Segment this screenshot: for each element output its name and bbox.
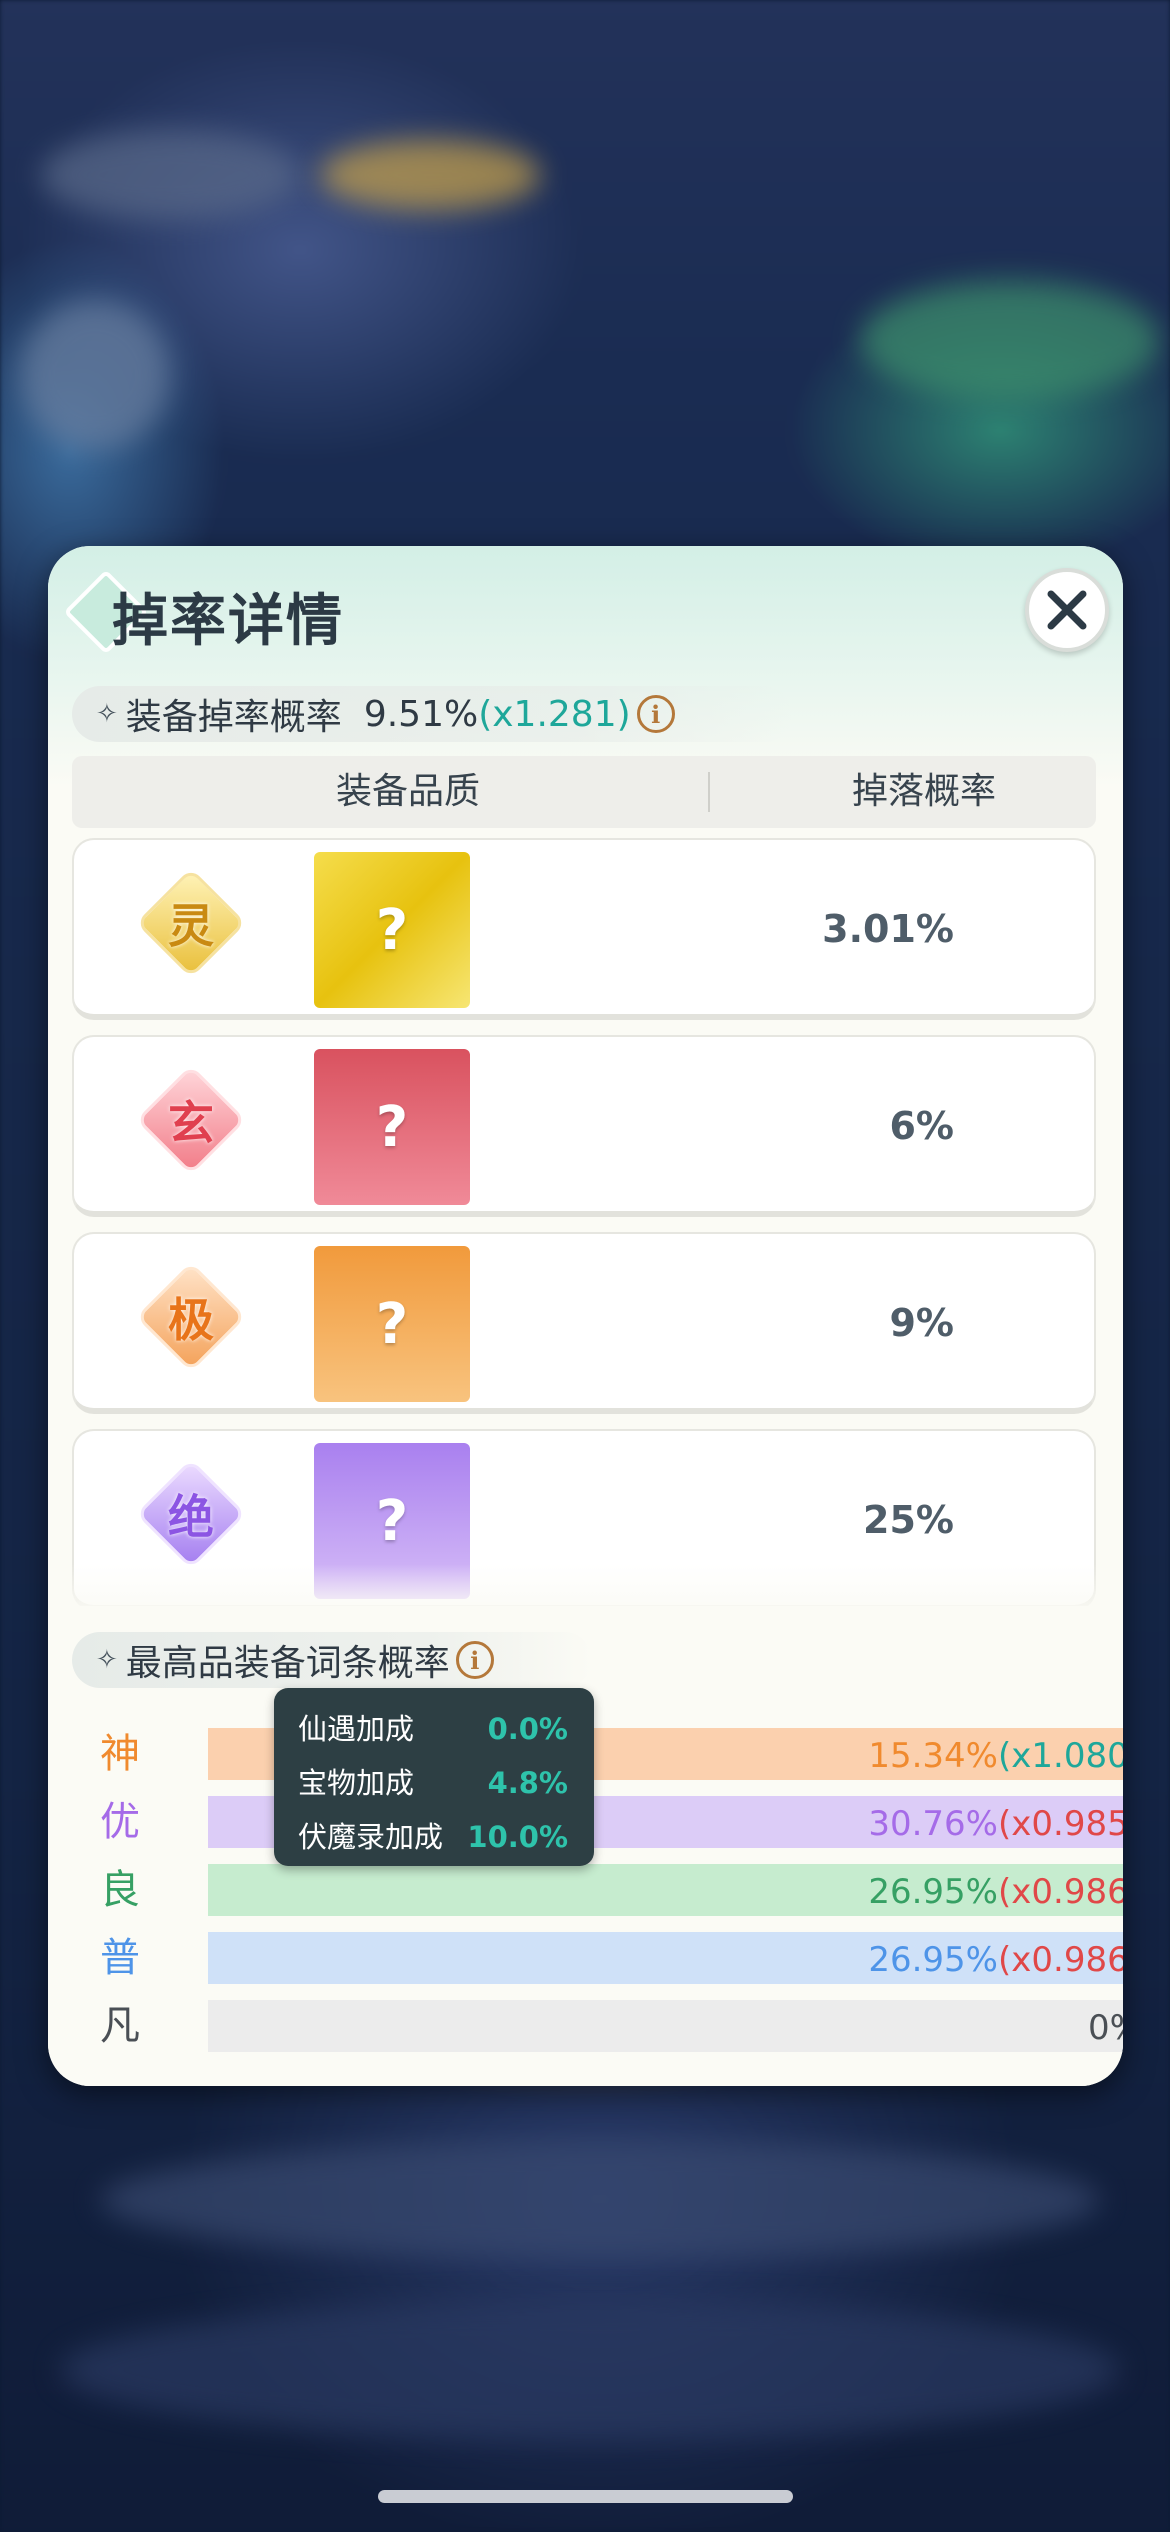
close-button[interactable] xyxy=(1025,568,1109,652)
bonus-tooltip: 仙遇加成 0.0% 宝物加成 4.8% 伏魔录加成 10.0% xyxy=(274,1688,594,1866)
sparkle-icon: ✧ xyxy=(96,1645,118,1675)
affix-grade-label: 优 xyxy=(100,1799,140,1845)
grade-label: 极 xyxy=(168,1293,214,1347)
equipment-rate-header: ✧ 装备掉率概率 9.51% (x1.281) i xyxy=(72,686,792,742)
grade-label: 玄 xyxy=(168,1096,214,1150)
sparkle-icon: ✧ xyxy=(96,699,118,729)
bg-hud-blob xyxy=(60,2300,1120,2440)
affix-row: 普 26.95%(x0.986) xyxy=(92,1930,1123,1986)
unknown-item-icon[interactable]: ? xyxy=(314,1246,470,1402)
grade-label: 灵 xyxy=(168,899,214,953)
affix-bar: 0% xyxy=(208,2000,1123,2052)
bg-hud-blob xyxy=(40,130,300,220)
equipment-rate-label: 装备掉率概率 xyxy=(125,697,342,738)
affix-grade-label: 普 xyxy=(100,1935,140,1981)
close-icon xyxy=(1047,590,1087,630)
tooltip-row: 宝物加成 4.8% xyxy=(274,1756,594,1810)
affix-value: 26.95%(x0.986) xyxy=(868,1940,1123,1980)
table-row: 极 ? 9% xyxy=(72,1232,1096,1414)
affix-row: 优 30.76%(x0.985) xyxy=(92,1794,1123,1850)
table-header: 装备品质 掉落概率 xyxy=(72,756,1096,828)
tooltip-value: 4.8% xyxy=(487,1766,568,1800)
equipment-rate-multiplier: (x1.281) xyxy=(478,693,631,735)
equipment-rate-value: 9.51% xyxy=(363,693,479,735)
affix-row: 神 15.34%(x1.080) xyxy=(92,1726,1123,1782)
list-fade xyxy=(48,1564,1123,1614)
drop-rate-panel: 掉率详情 ✧ 装备掉率概率 9.51% (x1.281) i 装备品质 掉落概率… xyxy=(48,546,1123,2086)
info-icon[interactable]: i xyxy=(636,695,675,733)
bg-hud-blob xyxy=(860,280,1160,400)
affix-value: 30.76%(x0.985) xyxy=(868,1804,1123,1844)
affix-value: 15.34%(x1.080) xyxy=(868,1736,1123,1776)
unknown-item-icon[interactable]: ? xyxy=(314,1049,470,1205)
column-divider xyxy=(708,772,710,812)
tooltip-row: 伏魔录加成 10.0% xyxy=(274,1810,594,1864)
affix-rate-label: 最高品装备词条概率 xyxy=(125,1643,450,1684)
tooltip-value: 0.0% xyxy=(487,1712,568,1746)
affix-grade-label: 良 xyxy=(100,1867,140,1913)
bg-hud-blob xyxy=(320,140,540,210)
column-header-rate: 掉落概率 xyxy=(852,771,997,812)
item-mark: ? xyxy=(375,897,409,963)
item-mark: ? xyxy=(375,1488,409,1554)
affix-grade-label: 凡 xyxy=(100,2003,140,2049)
column-header-quality: 装备品质 xyxy=(336,771,481,812)
bg-hud-blob xyxy=(20,300,170,450)
home-indicator[interactable] xyxy=(378,2490,793,2503)
affix-value: 0% xyxy=(1088,2008,1123,2048)
table-row: 玄 ? 6% xyxy=(72,1035,1096,1217)
tooltip-name: 仙遇加成 xyxy=(298,1712,415,1746)
affix-rate-header: ✧ 最高品装备词条概率 i xyxy=(72,1632,592,1688)
affix-grade-label: 神 xyxy=(100,1731,140,1777)
drop-rate-value: 9% xyxy=(889,1301,954,1345)
tooltip-name: 伏魔录加成 xyxy=(298,1820,444,1854)
unknown-item-icon[interactable]: ? xyxy=(314,852,470,1008)
drop-rate-value: 6% xyxy=(889,1104,954,1148)
info-icon[interactable]: i xyxy=(455,1641,494,1679)
item-mark: ? xyxy=(375,1291,409,1357)
affix-row: 凡 0% xyxy=(92,1998,1123,2054)
item-mark: ? xyxy=(375,1094,409,1160)
affix-row: 良 26.95%(x0.986) xyxy=(92,1862,1123,1918)
grade-label: 绝 xyxy=(168,1490,214,1544)
tooltip-row: 仙遇加成 0.0% xyxy=(274,1702,594,1756)
tooltip-name: 宝物加成 xyxy=(298,1766,415,1800)
tooltip-value: 10.0% xyxy=(467,1820,568,1854)
drop-rate-value: 3.01% xyxy=(822,907,954,951)
table-row: 灵 ? 3.01% xyxy=(72,838,1096,1020)
affix-value: 26.95%(x0.986) xyxy=(868,1872,1123,1912)
panel-title: 掉率详情 xyxy=(112,589,344,654)
affix-bar: 26.95%(x0.986) xyxy=(208,1864,1123,1916)
bg-hud-blob xyxy=(100,2140,1100,2260)
affix-bar: 26.95%(x0.986) xyxy=(208,1932,1123,1984)
